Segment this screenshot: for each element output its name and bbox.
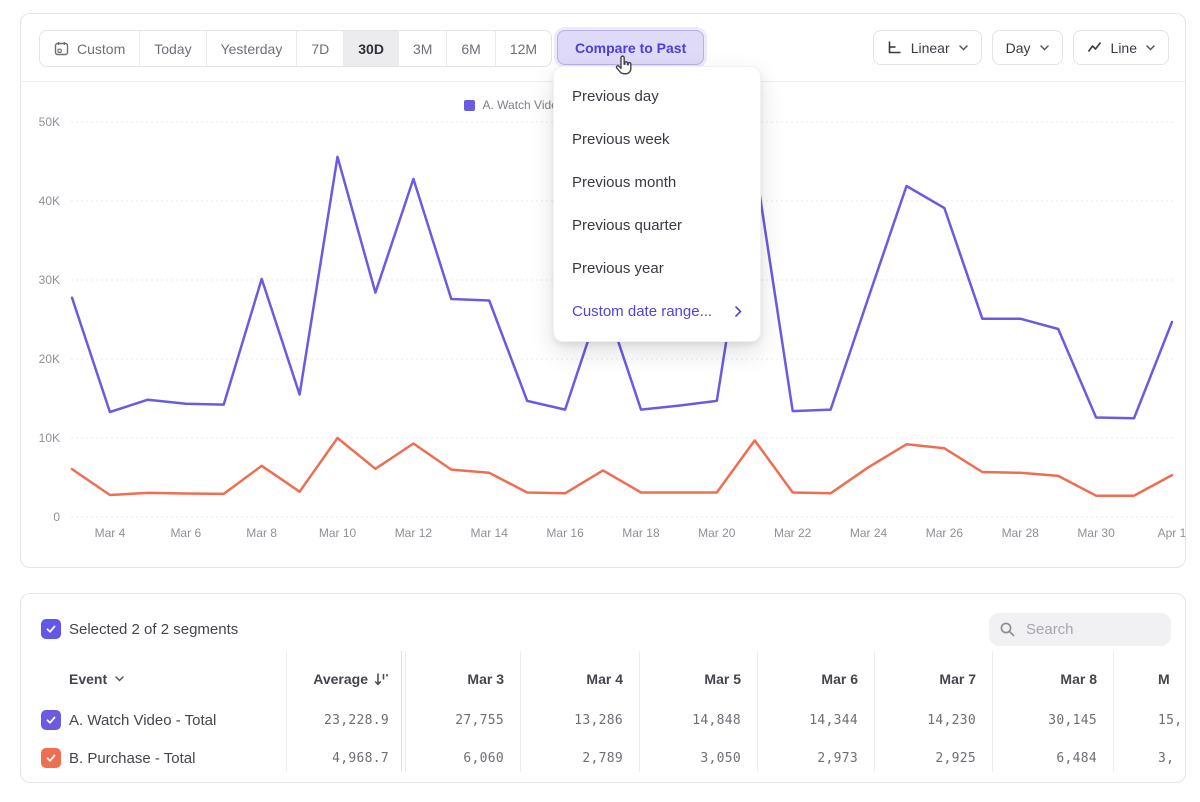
x-axis-tick: Mar 16	[546, 526, 584, 540]
col-header-mar7[interactable]: Mar 7	[874, 664, 992, 694]
cell-average: 4,968.7	[286, 743, 405, 773]
compare-to-past-button[interactable]: Compare to Past	[557, 30, 704, 65]
col-header-partial[interactable]: M	[1158, 664, 1186, 694]
cell-mar5: 3,050	[639, 743, 757, 773]
x-axis-tick: Mar 8	[246, 526, 277, 540]
sort-descending-icon	[374, 672, 389, 686]
search-input[interactable]	[1024, 620, 1148, 639]
line-chart-icon	[1087, 40, 1102, 55]
preset-6m[interactable]: 6M	[447, 31, 495, 66]
chart-type-dropdown-label: Line	[1111, 40, 1137, 56]
chevron-down-icon	[115, 676, 124, 682]
cell-mar6: 14,344	[757, 705, 874, 735]
preset-3m[interactable]: 3M	[399, 31, 447, 66]
col-header-mar5[interactable]: Mar 5	[639, 664, 757, 694]
chevron-down-icon	[1146, 45, 1155, 51]
chevron-right-icon	[735, 306, 742, 317]
preset-30d-selected[interactable]: 30D	[344, 31, 399, 66]
menu-item-previous-quarter[interactable]: Previous quarter	[554, 204, 760, 247]
search-icon	[999, 621, 1016, 638]
cell-average: 23,228.9	[286, 705, 405, 735]
y-axis-tick: 0	[53, 510, 60, 524]
cell-partial: 15,	[1158, 705, 1186, 735]
scale-dropdown[interactable]: Linear	[873, 30, 982, 65]
preset-7d[interactable]: 7D	[297, 31, 344, 66]
cell-mar5: 14,848	[639, 705, 757, 735]
x-axis-tick: Mar 26	[926, 526, 964, 540]
y-axis-tick: 10K	[39, 431, 60, 445]
column-separator	[1113, 651, 1114, 772]
menu-item-previous-year[interactable]: Previous year	[554, 247, 760, 290]
cell-mar6: 2,973	[757, 743, 874, 773]
col-header-mar4[interactable]: Mar 4	[520, 664, 639, 694]
selected-segments-label: Selected 2 of 2 segments	[69, 621, 238, 638]
linear-scale-icon	[887, 40, 902, 55]
preset-custom[interactable]: Custom	[40, 31, 140, 66]
cell-mar8: 30,145	[992, 705, 1113, 735]
preset-custom-label: Custom	[77, 41, 125, 57]
y-axis-tick: 50K	[39, 115, 60, 129]
calendar-icon	[54, 41, 69, 56]
x-axis-tick: Mar 20	[698, 526, 736, 540]
chevron-down-icon	[959, 45, 968, 51]
preset-today[interactable]: Today	[140, 31, 206, 66]
average-column-header[interactable]: Average	[286, 664, 405, 694]
x-axis-tick: Mar 14	[471, 526, 509, 540]
x-axis-tick: Mar 22	[774, 526, 812, 540]
segments-header-row: Selected 2 of 2 segments	[21, 594, 1185, 654]
menu-item-previous-week[interactable]: Previous week	[554, 118, 760, 161]
cell-mar3: 27,755	[405, 705, 520, 735]
x-axis-tick: Mar 10	[319, 526, 357, 540]
col-header-mar6[interactable]: Mar 6	[757, 664, 874, 694]
cell-mar4: 13,286	[520, 705, 639, 735]
row-checkbox-watch-video[interactable]	[41, 710, 61, 730]
cell-mar7: 2,925	[874, 743, 992, 773]
chevron-down-icon	[1040, 45, 1049, 51]
x-axis-tick: Mar 30	[1077, 526, 1115, 540]
x-axis-tick: Mar 12	[395, 526, 433, 540]
cell-partial: 3,	[1158, 743, 1186, 773]
chart-type-dropdown[interactable]: Line	[1073, 30, 1169, 65]
y-axis-tick: 30K	[39, 273, 60, 287]
col-header-mar8[interactable]: Mar 8	[992, 664, 1113, 694]
preset-yesterday[interactable]: Yesterday	[207, 31, 298, 66]
row-label-watch-video[interactable]: A. Watch Video - Total	[69, 712, 216, 729]
x-axis-tick: Mar 6	[170, 526, 201, 540]
search-box[interactable]	[989, 613, 1171, 646]
cell-mar3: 6,060	[405, 743, 520, 773]
row-label-purchase[interactable]: B. Purchase - Total	[69, 750, 195, 767]
y-axis-tick: 40K	[39, 194, 60, 208]
chart-display-controls: Linear Day Line	[873, 30, 1169, 65]
col-header-mar3[interactable]: Mar 3	[405, 664, 520, 694]
select-all-checkbox[interactable]	[41, 619, 61, 639]
check-icon	[45, 714, 57, 726]
y-axis-tick: 20K	[39, 352, 60, 366]
x-axis-tick: Apr 1	[1158, 526, 1185, 540]
menu-item-previous-day[interactable]: Previous day	[554, 75, 760, 118]
cell-mar4: 2,789	[520, 743, 639, 773]
x-axis-tick: Mar 4	[95, 526, 126, 540]
event-column-header[interactable]: Event	[69, 664, 124, 694]
segments-table-card: Selected 2 of 2 segments Event Average	[20, 593, 1186, 783]
interval-dropdown[interactable]: Day	[992, 30, 1063, 65]
interval-dropdown-label: Day	[1006, 40, 1031, 56]
menu-item-custom-date-range[interactable]: Custom date range...	[554, 290, 760, 333]
check-icon	[45, 623, 57, 635]
menu-item-previous-month[interactable]: Previous month	[554, 161, 760, 204]
check-icon	[45, 752, 57, 764]
scale-dropdown-label: Linear	[911, 40, 950, 56]
x-axis-tick: Mar 28	[1002, 526, 1040, 540]
cell-mar7: 14,230	[874, 705, 992, 735]
compare-to-past-menu: Previous day Previous week Previous mont…	[553, 66, 761, 342]
series-line[interactable]	[72, 438, 1172, 496]
preset-12m[interactable]: 12M	[496, 31, 551, 66]
row-checkbox-purchase[interactable]	[41, 748, 61, 768]
x-axis-tick: Mar 18	[622, 526, 660, 540]
date-range-presets: Custom Today Yesterday 7D 30D 3M 6M 12M	[39, 30, 552, 67]
cell-mar8: 6,484	[992, 743, 1113, 773]
x-axis-tick: Mar 24	[850, 526, 888, 540]
